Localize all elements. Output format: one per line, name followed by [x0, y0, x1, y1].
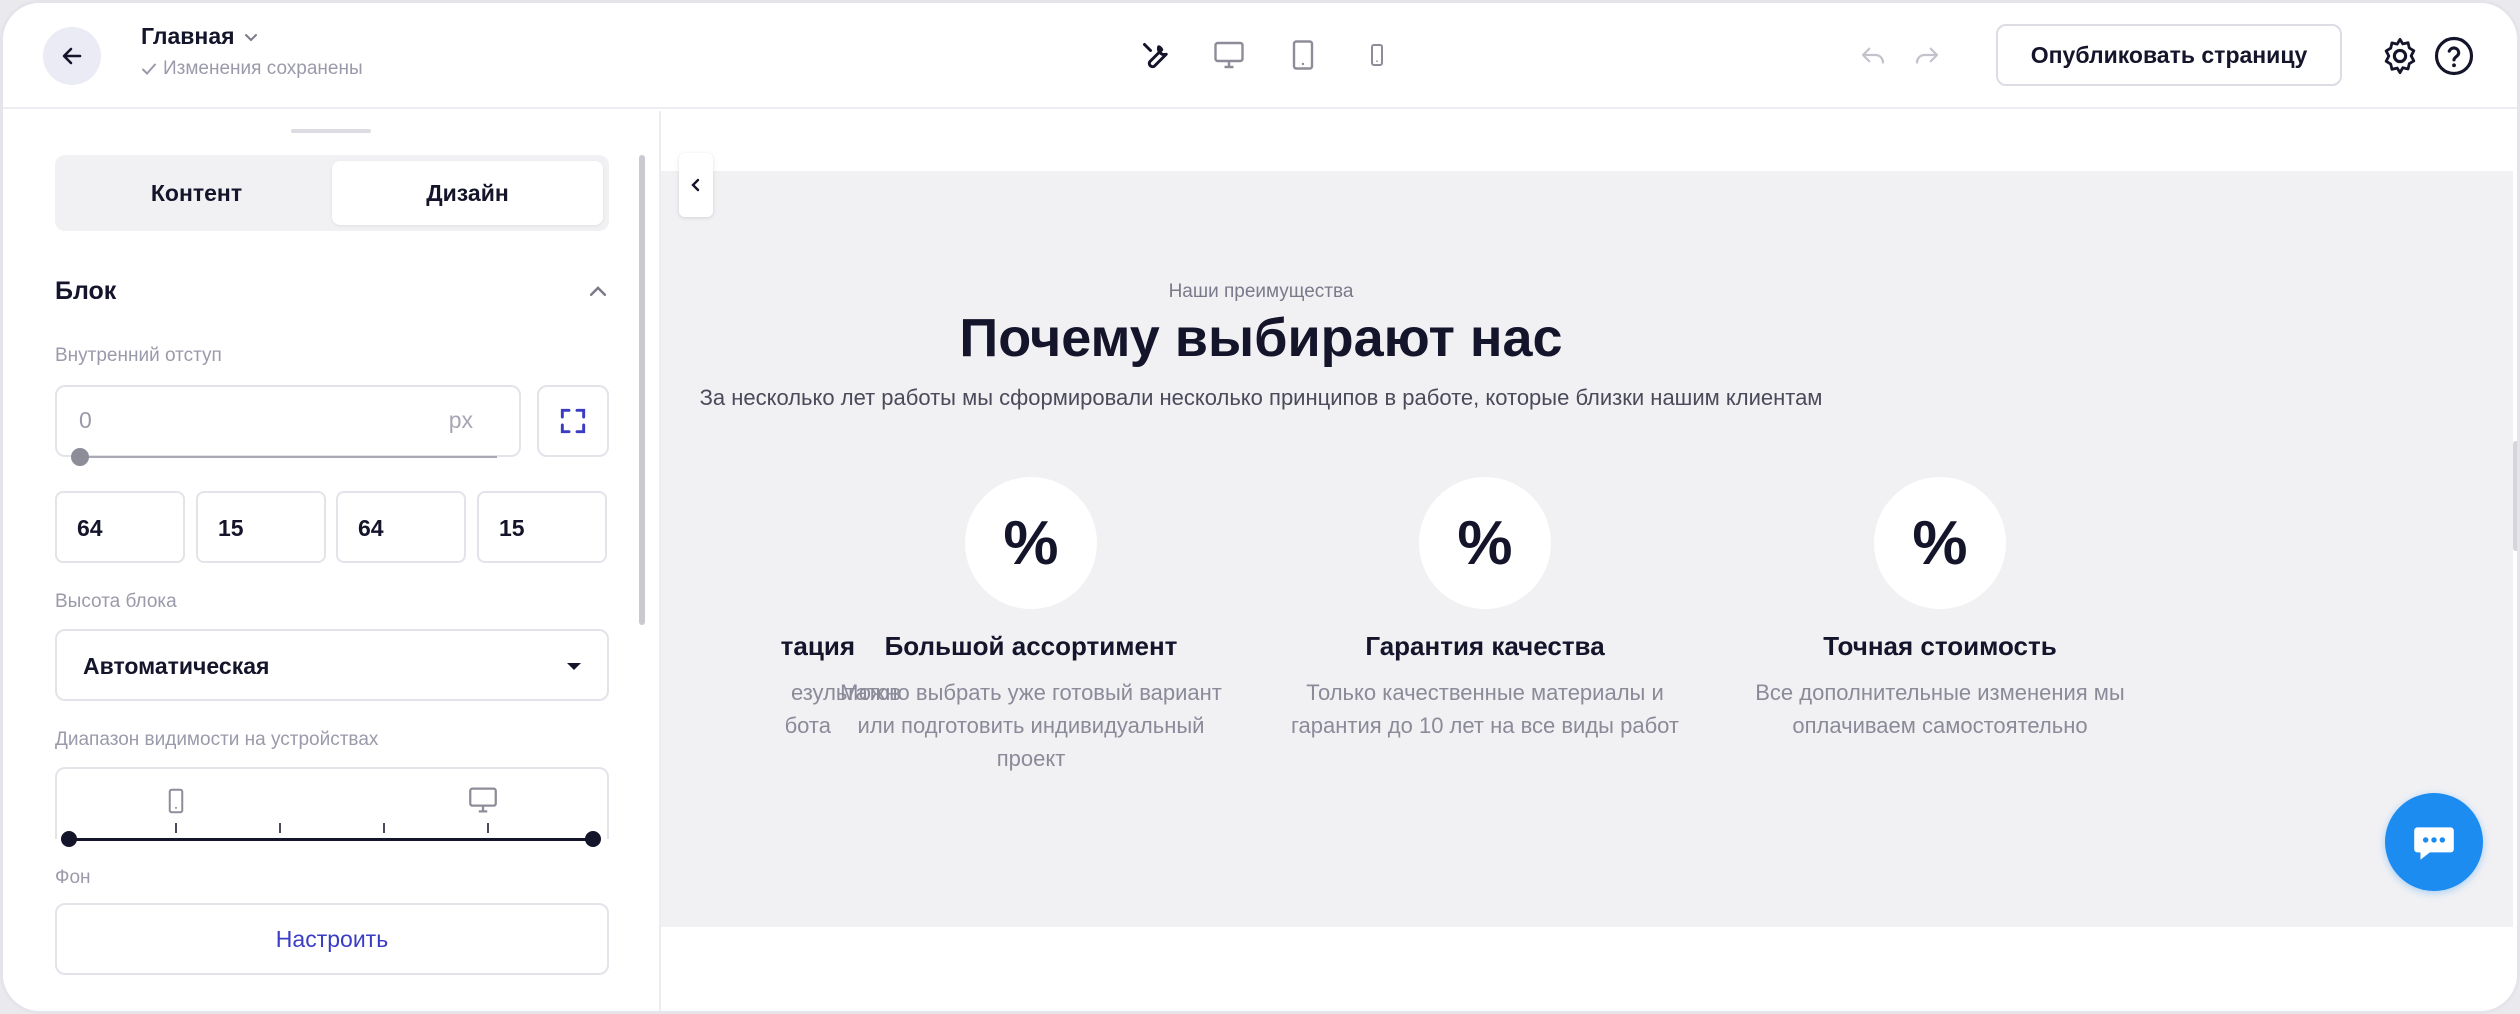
padding-top-input[interactable]: 64	[55, 491, 185, 563]
top-bar: Главная Изменения сохранены Опубликовать…	[3, 3, 2517, 109]
padding-bottom-input[interactable]: 64	[336, 491, 466, 563]
help-icon[interactable]	[2433, 35, 2475, 77]
page-selector[interactable]: Главная	[141, 23, 363, 50]
feature-card[interactable]: % Гарантия качества Только качественные …	[1275, 477, 1695, 742]
desktop-icon	[469, 787, 497, 813]
feature-desc: Можно выбрать уже готовый вариант или по…	[840, 680, 1222, 771]
feature-title: тация	[780, 631, 855, 661]
feature-desc: езультатов бота	[784, 680, 901, 738]
canvas-scrollbar[interactable]	[2513, 441, 2517, 551]
section-title-block[interactable]: Блок	[55, 277, 116, 306]
visibility-tick	[175, 823, 177, 833]
undo-button[interactable]	[1853, 35, 1893, 75]
undo-icon	[1861, 47, 1885, 64]
block-eyebrow: Наши преимущества	[1168, 281, 1354, 302]
background-label: Фон	[55, 867, 91, 888]
tablet-view-button[interactable]	[1281, 33, 1325, 77]
block-height-value: Автоматическая	[83, 653, 270, 679]
inner-padding-value: 0	[79, 407, 92, 433]
editor-canvas: Наши преимущества Почему выбирают нас За…	[661, 111, 2517, 1011]
chat-icon	[2414, 827, 2454, 860]
inner-padding-slider-knob[interactable]	[71, 448, 89, 466]
inner-padding-slider-track[interactable]	[79, 456, 497, 458]
visibility-range	[55, 767, 609, 839]
tab-content[interactable]: Контент	[61, 161, 332, 225]
page-title: Главная	[141, 23, 235, 49]
feature-card[interactable]: % тация езультатов бота	[451, 477, 901, 742]
block-height-label: Высота блока	[55, 591, 177, 612]
collapse-panel-button[interactable]	[679, 153, 713, 217]
back-button[interactable]	[43, 27, 101, 85]
tab-design[interactable]: Дизайн	[332, 161, 603, 225]
feature-card[interactable]: % Большой ассортимент Можно выбрать уже …	[821, 477, 1241, 775]
feature-desc: Только качественные материалы и гарантия…	[1290, 680, 1679, 738]
arrow-left-icon	[62, 47, 82, 65]
feature-card[interactable]: % Точная стоимость Все дополнительные из…	[1730, 477, 2150, 742]
panel-tabs: Контент Дизайн	[55, 155, 609, 231]
app-frame: Главная Изменения сохранены Опубликовать…	[0, 0, 2520, 1014]
undo-redo	[1853, 35, 1947, 75]
chevron-left-icon	[691, 178, 700, 192]
tablet-icon	[1292, 40, 1314, 70]
visibility-tick	[487, 823, 489, 833]
visibility-knob-min[interactable]	[61, 831, 77, 847]
mobile-view-button[interactable]	[1355, 33, 1399, 77]
saved-status: Изменения сохранены	[141, 58, 363, 80]
percent-icon: %	[1874, 477, 2006, 609]
chat-button[interactable]	[2385, 793, 2483, 891]
desktop-view-button[interactable]	[1207, 33, 1251, 77]
publish-page-button[interactable]: Опубликовать страницу	[1996, 24, 2342, 86]
padding-right-input[interactable]: 15	[196, 491, 326, 563]
tools-button[interactable]	[1133, 33, 1177, 77]
mobile-icon	[168, 788, 184, 814]
chevron-up-icon[interactable]	[587, 281, 609, 303]
inner-padding-unit: px	[448, 407, 473, 433]
visibility-track[interactable]	[69, 838, 595, 841]
expand-padding-button[interactable]	[537, 385, 609, 457]
feature-title: Гарантия качества	[1365, 631, 1605, 661]
block-headline: Почему выбирают нас	[959, 308, 1563, 368]
saved-status-text: Изменения сохранены	[163, 58, 363, 79]
redo-icon	[1915, 47, 1939, 64]
background-settings-button[interactable]: Настроить	[55, 903, 609, 975]
inner-padding-label: Внутренний отступ	[55, 345, 222, 366]
gear-icon[interactable]	[2379, 35, 2421, 77]
visibility-tick	[279, 823, 281, 833]
inner-padding-input[interactable]: 0 px	[55, 385, 521, 457]
desktop-icon	[1214, 41, 1244, 69]
redo-button[interactable]	[1907, 35, 1947, 75]
chevron-down-icon	[244, 33, 257, 41]
advantages-block[interactable]: Наши преимущества Почему выбирают нас За…	[661, 171, 2513, 927]
feature-title: Большой ассортимент	[884, 631, 1178, 661]
wrench-icon	[1143, 43, 1168, 69]
expand-icon	[560, 408, 586, 434]
feature-title: Точная стоимость	[1823, 631, 2057, 661]
mobile-icon	[1371, 44, 1383, 66]
visibility-knob-max[interactable]	[585, 831, 601, 847]
device-switch	[1133, 33, 1399, 77]
percent-icon: %	[1419, 477, 1551, 609]
page-title-wrap: Главная Изменения сохранены	[141, 23, 363, 80]
feature-desc: Все дополнительные изменения мы оплачива…	[1755, 680, 2125, 738]
visibility-tick	[383, 823, 385, 833]
visibility-label: Диапазон видимости на устройствах	[55, 729, 379, 750]
percent-icon: %	[965, 477, 1097, 609]
block-subline: За несколько лет работы мы сформировали …	[699, 385, 1823, 410]
check-icon	[142, 63, 156, 75]
panel-drag-handle[interactable]	[291, 129, 371, 133]
